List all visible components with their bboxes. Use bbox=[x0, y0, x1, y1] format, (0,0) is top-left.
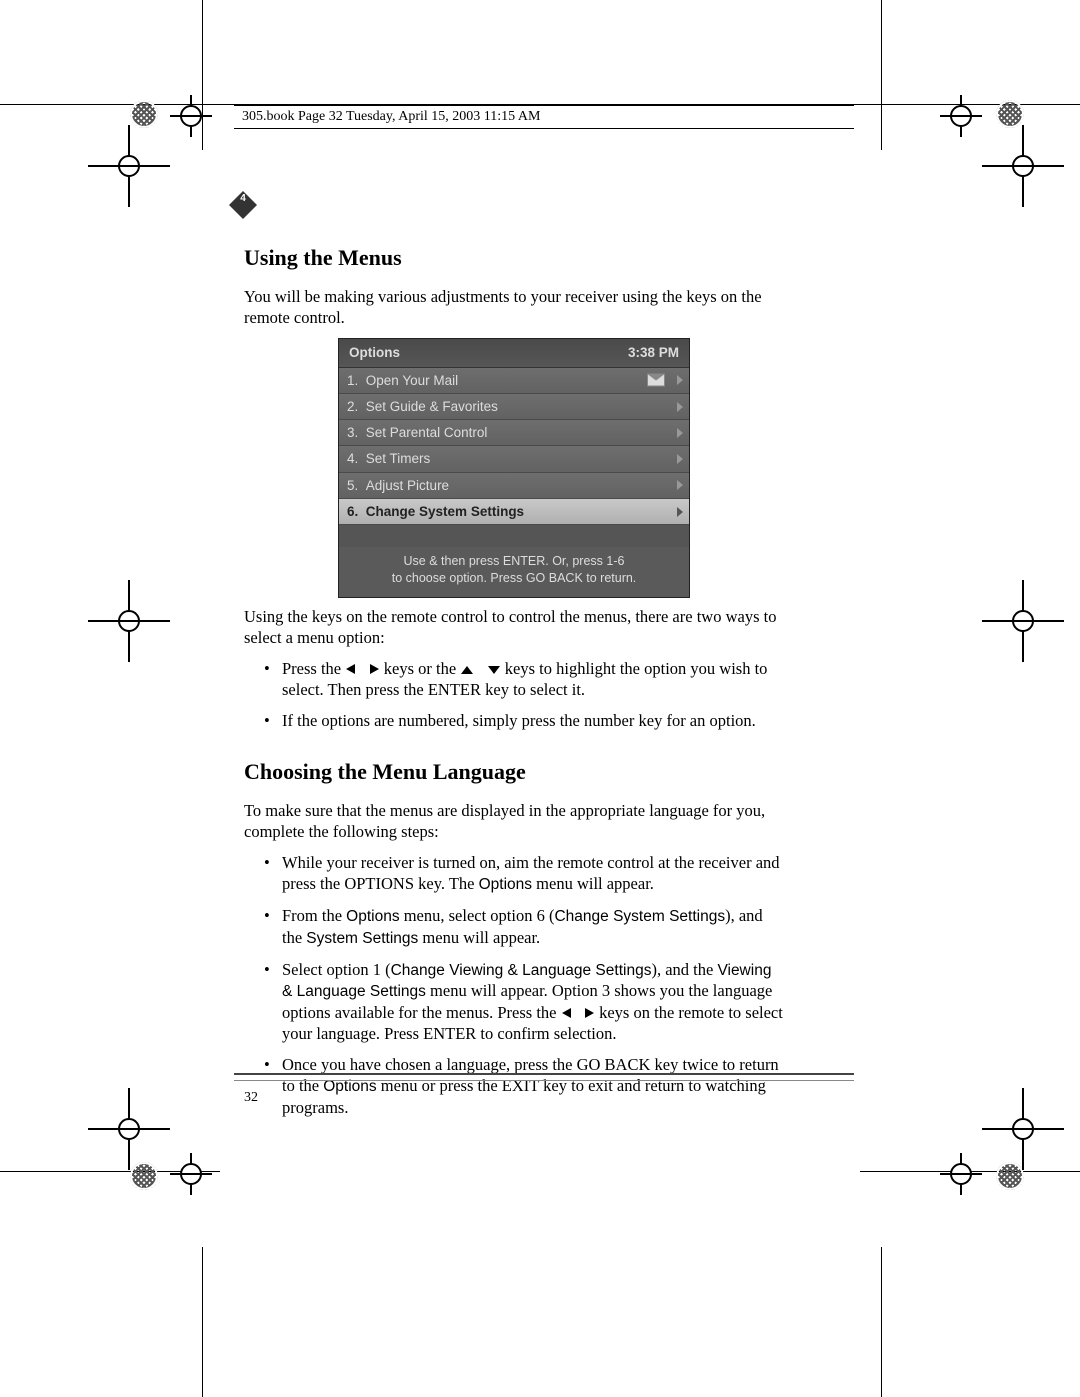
menu-item: 3. Set Parental Control bbox=[339, 420, 689, 446]
mail-icon bbox=[647, 374, 665, 387]
print-header-text: 305.book Page 32 Tuesday, April 15, 2003… bbox=[242, 109, 540, 124]
print-header: 305.book Page 32 Tuesday, April 15, 2003… bbox=[234, 105, 854, 129]
menu-item-selected: 6. Change System Settings bbox=[339, 499, 689, 525]
list-item: Press the keys or the keys to highlight … bbox=[264, 658, 784, 700]
right-arrow-icon bbox=[584, 1007, 595, 1019]
registration-hatched-icon bbox=[996, 1162, 1024, 1190]
chapter-badge: 4 bbox=[228, 190, 258, 220]
menu-item: 5. Adjust Picture bbox=[339, 473, 689, 499]
chevron-right-icon bbox=[677, 428, 683, 438]
section-heading: Choosing the Menu Language bbox=[244, 758, 784, 786]
list-item: Once you have chosen a language, press t… bbox=[264, 1054, 784, 1118]
page-content: Using the Menus You will be making vario… bbox=[244, 244, 784, 1128]
chevron-right-icon bbox=[677, 402, 683, 412]
chapter-number: 4 bbox=[228, 193, 258, 204]
left-arrow-icon bbox=[345, 663, 356, 675]
list-item: If the options are numbered, simply pres… bbox=[264, 710, 784, 731]
registration-hatched-icon bbox=[130, 100, 158, 128]
chevron-right-icon bbox=[677, 480, 683, 490]
registration-hatched-icon bbox=[130, 1162, 158, 1190]
options-menu-screenshot: Options 3:38 PM 1. Open Your Mail 2. Set… bbox=[338, 338, 690, 598]
section-heading: Using the Menus bbox=[244, 244, 784, 272]
paragraph: You will be making various adjustments t… bbox=[244, 286, 784, 328]
footer-rule bbox=[234, 1080, 854, 1081]
registration-cross-icon bbox=[950, 1163, 972, 1185]
list-item: While your receiver is turned on, aim th… bbox=[264, 852, 784, 895]
menu-hint: Use & then press ENTER. Or, press 1-6 to… bbox=[339, 547, 689, 597]
chevron-right-icon bbox=[677, 375, 683, 385]
registration-cross-icon bbox=[180, 105, 202, 127]
left-arrow-icon bbox=[561, 1007, 572, 1019]
registration-hatched-icon bbox=[996, 100, 1024, 128]
registration-cross-icon bbox=[1012, 610, 1034, 632]
up-arrow-icon bbox=[460, 665, 474, 675]
registration-cross-icon bbox=[1012, 155, 1034, 177]
registration-cross-icon bbox=[950, 105, 972, 127]
chevron-right-icon bbox=[677, 454, 683, 464]
page-number: 32 bbox=[244, 1090, 258, 1106]
paragraph: Using the keys on the remote control to … bbox=[244, 606, 784, 648]
menu-time: 3:38 PM bbox=[628, 344, 679, 361]
menu-item: 2. Set Guide & Favorites bbox=[339, 394, 689, 420]
registration-cross-icon bbox=[1012, 1118, 1034, 1140]
registration-cross-icon bbox=[118, 155, 140, 177]
down-arrow-icon bbox=[487, 665, 501, 675]
list-item: From the Options menu, select option 6 (… bbox=[264, 905, 784, 949]
registration-cross-icon bbox=[180, 1163, 202, 1185]
right-arrow-icon bbox=[369, 663, 380, 675]
footer-rule bbox=[234, 1073, 854, 1075]
menu-item: 1. Open Your Mail bbox=[339, 368, 689, 394]
registration-cross-icon bbox=[118, 1118, 140, 1140]
menu-item: 4. Set Timers bbox=[339, 446, 689, 472]
list-item: Select option 1 (Change Viewing & Langua… bbox=[264, 959, 784, 1045]
chevron-right-icon bbox=[677, 507, 683, 517]
registration-cross-icon bbox=[118, 610, 140, 632]
paragraph: To make sure that the menus are displaye… bbox=[244, 800, 784, 842]
menu-title: Options bbox=[349, 344, 400, 361]
